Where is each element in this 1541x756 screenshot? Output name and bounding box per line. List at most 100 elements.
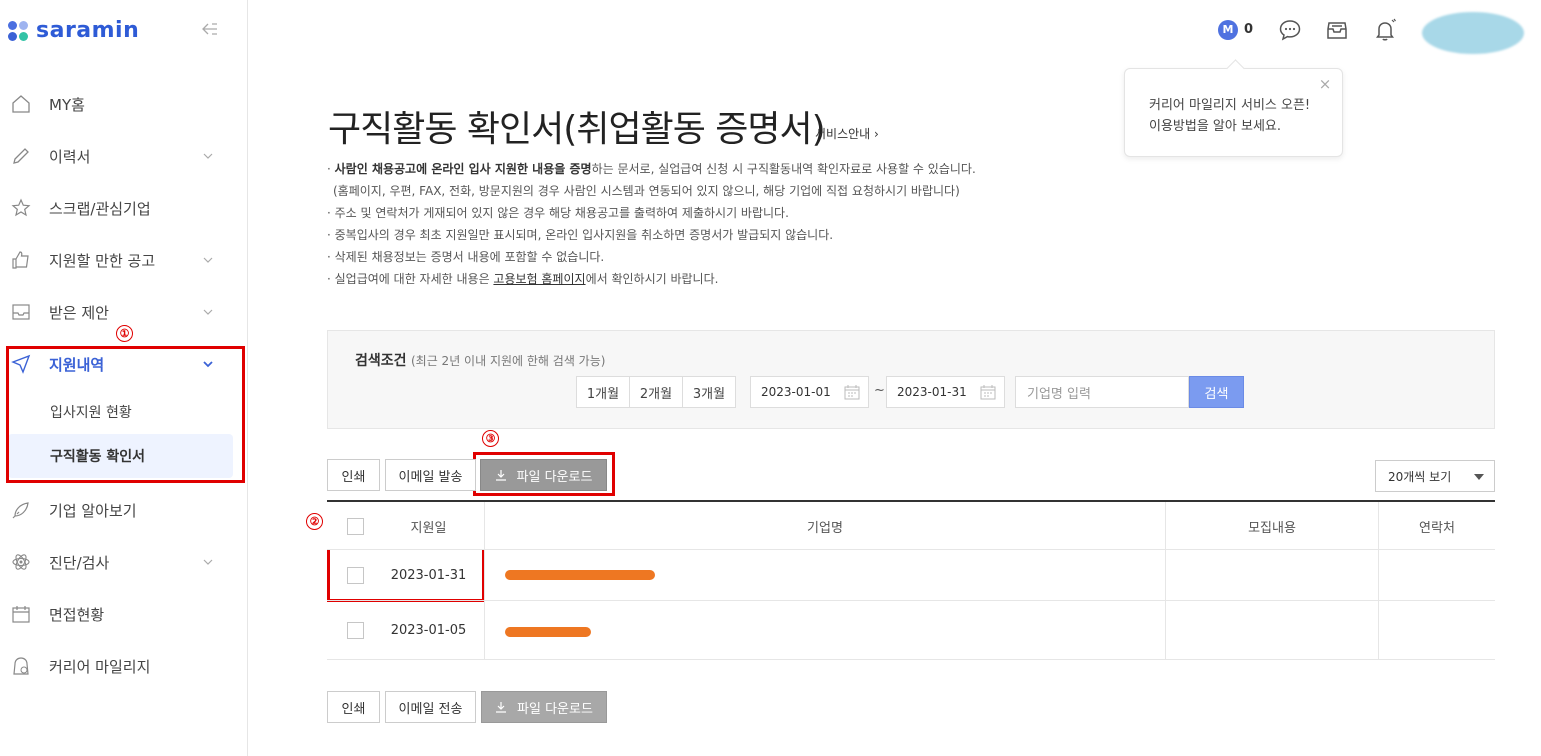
star-icon bbox=[10, 197, 32, 219]
search-button[interactable]: 검색 bbox=[1189, 376, 1244, 408]
sidebar-item-label: 면접현황 bbox=[49, 605, 105, 624]
notice-item: · 중복입사의 경우 최초 지원일만 표시되며, 온라인 입사지원을 취소하면 … bbox=[327, 228, 834, 242]
sidebar-item-diagnosis[interactable]: 진단/검사 bbox=[0, 536, 247, 588]
table-row: 2023-01-05 bbox=[327, 601, 1495, 660]
sidebar-item-my-home[interactable]: MY홈 bbox=[0, 78, 247, 130]
search-panel: 검색조건 (최근 2년 이내 지원에 한해 검색 가능) 1개월 2개월 3개월… bbox=[327, 330, 1495, 429]
notice-item: · 사람인 채용공고에 온라인 입사 지원한 내용을 증명하는 문서로, 실업급… bbox=[327, 162, 976, 176]
company-search-input[interactable]: 기업명 입력 bbox=[1015, 376, 1189, 408]
applications-table: 지원일 기업명 모집내용 연락처 2023-01-31 2023-01-05 bbox=[327, 500, 1495, 660]
thumbs-up-icon bbox=[10, 249, 32, 271]
close-icon[interactable]: × bbox=[1318, 77, 1332, 92]
sidebar-item-scrap[interactable]: 스크랩/관심기업 bbox=[0, 182, 247, 234]
row-checkbox[interactable] bbox=[347, 621, 364, 639]
date-from-input[interactable]: 2023-01-01 bbox=[750, 376, 869, 408]
period-2-month-button[interactable]: 2개월 bbox=[629, 376, 683, 408]
notice-item: · 실업급여에 대한 자세한 내용은 고용보험 홈페이지에서 확인하시기 바랍니… bbox=[327, 272, 719, 286]
row-checkbox[interactable] bbox=[347, 566, 364, 584]
date-to-input[interactable]: 2023-01-31 bbox=[886, 376, 1005, 408]
inbox-icon[interactable] bbox=[1324, 17, 1350, 43]
print-button-bottom[interactable]: 인쇄 bbox=[327, 691, 380, 723]
chevron-down-icon[interactable] bbox=[202, 556, 214, 568]
notice-list: · 사람인 채용공고에 온라인 입사 지원한 내용을 증명하는 문서로, 실업급… bbox=[327, 158, 976, 290]
page-size-select[interactable]: 20개씩 보기 bbox=[1375, 460, 1495, 492]
date-range-separator: ~ bbox=[874, 383, 885, 398]
calendar-icon[interactable] bbox=[844, 385, 860, 400]
sidebar-nav: MY홈 이력서 스크랩/관심기업 지원할 만한 공고 받은 제안 지원내역 입사… bbox=[0, 78, 247, 692]
calendar-icon[interactable] bbox=[980, 385, 996, 400]
table-header: 지원일 기업명 모집내용 연락처 bbox=[327, 502, 1495, 550]
select-all-checkbox[interactable] bbox=[347, 517, 364, 535]
email-send-button[interactable]: 이메일 발송 bbox=[385, 459, 476, 491]
mileage-badge[interactable]: M bbox=[1218, 20, 1238, 40]
row-date: 2023-01-31 bbox=[373, 550, 485, 600]
sidebar-subitem-application-status[interactable]: 입사지원 현황 bbox=[0, 390, 247, 434]
email-send-button-bottom[interactable]: 이메일 전송 bbox=[385, 691, 476, 723]
sidebar-item-career-mileage[interactable]: 커리어 마일리지 bbox=[0, 640, 247, 692]
file-download-button[interactable]: 파일 다운로드 bbox=[480, 459, 607, 491]
annotation-marker-2: ② bbox=[306, 513, 323, 530]
sidebar-item-applications[interactable]: 지원내역 bbox=[0, 338, 247, 390]
annotation-marker-3: ③ bbox=[482, 430, 499, 447]
sidebar-item-label: 이력서 bbox=[49, 147, 91, 166]
chevron-down-icon[interactable] bbox=[202, 150, 214, 162]
chat-icon[interactable] bbox=[1277, 17, 1303, 43]
chevron-down-icon[interactable] bbox=[202, 306, 214, 318]
row-company-redacted[interactable] bbox=[485, 601, 1166, 659]
service-guide-link[interactable]: 서비스안내 › bbox=[815, 125, 879, 142]
sidebar-item-label: 스크랩/관심기업 bbox=[49, 199, 151, 218]
atom-icon bbox=[10, 551, 32, 573]
logo-text: saramin bbox=[36, 18, 140, 43]
chevron-right-icon: › bbox=[874, 127, 879, 141]
row-recruit bbox=[1166, 601, 1379, 659]
sidebar-item-company-explore[interactable]: 기업 알아보기 bbox=[0, 484, 247, 536]
sidebar-item-label: 커리어 마일리지 bbox=[49, 657, 151, 676]
sidebar-item-label: 진단/검사 bbox=[49, 553, 110, 572]
dropdown-arrow-icon bbox=[1474, 474, 1484, 480]
notice-item: · 삭제된 채용정보는 증명서 내용에 포함할 수 없습니다. bbox=[327, 250, 605, 264]
row-contact bbox=[1379, 601, 1495, 659]
sidebar-item-interview-status[interactable]: 면접현황 bbox=[0, 588, 247, 640]
row-recruit bbox=[1166, 550, 1379, 600]
print-button[interactable]: 인쇄 bbox=[327, 459, 380, 491]
sidebar-item-resume[interactable]: 이력서 bbox=[0, 130, 247, 182]
employment-insurance-link[interactable]: 고용보험 홈페이지 bbox=[493, 272, 585, 286]
download-icon bbox=[496, 702, 507, 713]
row-contact bbox=[1379, 550, 1495, 600]
notice-item-sub: (홈페이지, 우편, FAX, 전화, 방문지원의 경우 사람인 시스템과 연동… bbox=[333, 184, 960, 198]
period-selector: 1개월 2개월 3개월 bbox=[576, 376, 736, 408]
saramin-logo[interactable]: saramin bbox=[8, 18, 139, 43]
sidebar-subitem-label: 구직활동 확인서 bbox=[50, 449, 146, 465]
redaction-mark bbox=[505, 570, 655, 580]
profile-avatar-redacted[interactable] bbox=[1422, 12, 1524, 54]
annotation-marker-1: ① bbox=[116, 325, 133, 342]
envelope-icon bbox=[10, 301, 32, 323]
logo-dots-icon bbox=[8, 20, 30, 42]
chevron-down-icon[interactable] bbox=[202, 254, 214, 266]
file-download-button-bottom[interactable]: 파일 다운로드 bbox=[481, 691, 607, 723]
search-title: 검색조건 (최근 2년 이내 지원에 한해 검색 가능) bbox=[355, 353, 606, 369]
notice-item: · 주소 및 연락처가 게재되어 있지 않은 경우 해당 채용공고를 출력하여 … bbox=[327, 206, 789, 220]
page-title: 구직활동 확인서(취업활동 증명서) bbox=[328, 109, 826, 150]
header-date: 지원일 bbox=[373, 502, 485, 550]
sidebar-subitem-label: 입사지원 현황 bbox=[50, 405, 132, 421]
row-date: 2023-01-05 bbox=[373, 601, 485, 659]
sidebar-item-label: MY홈 bbox=[49, 95, 85, 114]
rocket-icon bbox=[10, 499, 32, 521]
chevron-down-icon[interactable] bbox=[202, 358, 214, 370]
period-3-month-button[interactable]: 3개월 bbox=[682, 376, 736, 408]
sidebar-item-recommended-jobs[interactable]: 지원할 만한 공고 bbox=[0, 234, 247, 286]
bell-icon[interactable] bbox=[1372, 17, 1398, 43]
collapse-sidebar-icon[interactable] bbox=[200, 22, 220, 38]
send-icon bbox=[10, 353, 32, 375]
sidebar-subitem-job-search-certificate[interactable]: 구직활동 확인서 bbox=[8, 434, 233, 478]
header-contact: 연락처 bbox=[1419, 520, 1455, 536]
popover-line-1: 커리어 마일리지 서비스 오픈! bbox=[1149, 98, 1311, 113]
popover-text: 커리어 마일리지 서비스 오픈! 이용방법을 알아 보세요. bbox=[1149, 95, 1310, 137]
redaction-mark bbox=[505, 627, 591, 637]
home-icon bbox=[10, 93, 32, 115]
popover-line-2: 이용방법을 알아 보세요. bbox=[1149, 119, 1281, 134]
row-company-redacted[interactable] bbox=[485, 550, 1166, 600]
mileage-popover: × 커리어 마일리지 서비스 오픈! 이용방법을 알아 보세요. bbox=[1124, 68, 1343, 157]
period-1-month-button[interactable]: 1개월 bbox=[576, 376, 630, 408]
